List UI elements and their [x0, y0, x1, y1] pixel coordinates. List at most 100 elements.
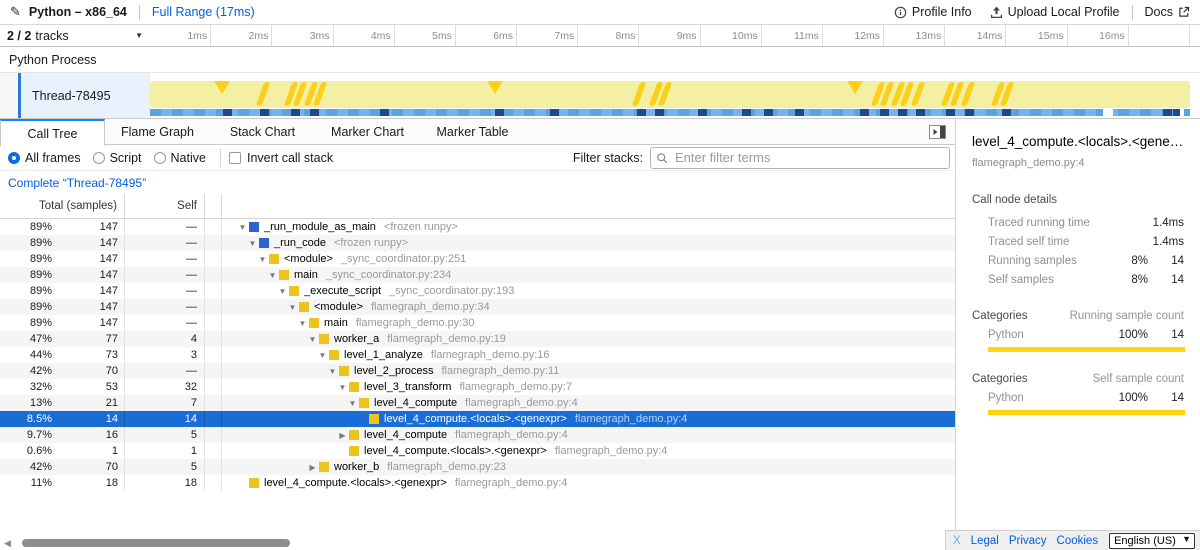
- file-location: flamegraph_demo.py:16: [431, 349, 550, 361]
- collapse-arrow-icon[interactable]: ▼: [306, 335, 319, 344]
- tracks-dropdown[interactable]: 2 / 2 tracks ▼: [0, 25, 150, 46]
- call-tree-row[interactable]: 8.5%1414level_4_compute.<locals>.<genexp…: [0, 411, 955, 427]
- invert-call-stack-checkbox[interactable]: Invert call stack: [229, 151, 333, 165]
- call-tree-row[interactable]: 9.7%165▶level_4_computeflamegraph_demo.p…: [0, 427, 955, 443]
- collapse-arrow-icon[interactable]: ▼: [256, 255, 269, 264]
- detail-label: Self samples: [988, 274, 1102, 286]
- ruler-tick: 13ms: [884, 25, 945, 46]
- radio-all-frames[interactable]: All frames: [8, 151, 81, 165]
- call-tree-row[interactable]: 32%5332▼level_3_transformflamegraph_demo…: [0, 379, 955, 395]
- category-square-icon: [269, 254, 279, 264]
- track-thread-row[interactable]: Thread-78495: [0, 73, 1200, 119]
- filter-stacks-input[interactable]: [650, 147, 950, 169]
- tab-stack-chart[interactable]: Stack Chart: [210, 119, 315, 144]
- language-select[interactable]: English (US): [1109, 533, 1195, 549]
- collapse-arrow-icon[interactable]: ▼: [266, 271, 279, 280]
- full-range-link[interactable]: Full Range (17ms): [152, 5, 255, 19]
- tab-call-tree[interactable]: Call Tree: [0, 119, 105, 146]
- footer-link-cookies[interactable]: Cookies: [1057, 535, 1099, 547]
- detail-value: 1.4ms: [1148, 236, 1184, 248]
- detail-label: Traced self time: [988, 236, 1102, 248]
- radio-script[interactable]: Script: [93, 151, 142, 165]
- complete-thread-link[interactable]: Complete “Thread-78495”: [8, 176, 146, 190]
- collapse-arrow-icon[interactable]: ▼: [236, 223, 249, 232]
- collapse-arrow-icon[interactable]: ▼: [276, 287, 289, 296]
- track-marker-icon: [487, 81, 503, 94]
- total-count: 147: [52, 269, 124, 281]
- collapse-arrow-icon[interactable]: ▼: [346, 399, 359, 408]
- category-count: 14: [1148, 392, 1184, 404]
- collapse-arrow-icon[interactable]: ▼: [336, 383, 349, 392]
- ruler-tick: 3ms: [272, 25, 333, 46]
- track-process-row[interactable]: Python Process: [0, 47, 1200, 73]
- collapse-arrow-icon[interactable]: ▼: [286, 303, 299, 312]
- collapse-arrow-icon[interactable]: ▼: [296, 319, 309, 328]
- collapse-arrow-icon[interactable]: ▼: [326, 367, 339, 376]
- collapse-arrow-icon[interactable]: ▼: [316, 351, 329, 360]
- footer-link-x[interactable]: X: [953, 535, 961, 547]
- call-tree-row[interactable]: 11%1818level_4_compute.<locals>.<genexpr…: [0, 475, 955, 491]
- footer-link-privacy[interactable]: Privacy: [1009, 535, 1047, 547]
- sample-dense-segment: [310, 109, 319, 116]
- edit-pencil-icon[interactable]: ✎: [10, 4, 21, 20]
- spacer-cell: [205, 267, 222, 283]
- divider: [139, 5, 140, 20]
- call-tree-row[interactable]: 89%147—▼<module>flamegraph_demo.py:34: [0, 299, 955, 315]
- call-tree-row[interactable]: 47%774▼worker_aflamegraph_demo.py:19: [0, 331, 955, 347]
- call-tree-row[interactable]: 89%147—▼_execute_script_sync_coordinator…: [0, 283, 955, 299]
- detail-percent: 8%: [1102, 274, 1148, 286]
- call-tree-row[interactable]: 89%147—▼main_sync_coordinator.py:234: [0, 267, 955, 283]
- call-tree-row[interactable]: 42%705▶worker_bflamegraph_demo.py:23: [0, 459, 955, 475]
- tab-flame-graph[interactable]: Flame Graph: [105, 119, 210, 144]
- sample-dense-segment: [1163, 109, 1172, 116]
- call-tree-row[interactable]: 0.6%11level_4_compute.<locals>.<genexpr>…: [0, 443, 955, 459]
- expand-arrow-icon[interactable]: ▶: [306, 463, 319, 472]
- ruler-tick-label: 13ms: [916, 30, 942, 42]
- tree-cell: ▼<module>_sync_coordinator.py:251: [222, 251, 955, 267]
- radio-native[interactable]: Native: [154, 151, 206, 165]
- total-percent: 47%: [0, 333, 52, 345]
- profile-info-button[interactable]: Profile Info: [894, 5, 972, 19]
- total-count: 70: [52, 461, 124, 473]
- ruler-tick-label: 16ms: [1099, 30, 1125, 42]
- invert-label: Invert call stack: [247, 151, 333, 165]
- sample-dense-segment: [742, 109, 751, 116]
- sidebar-toggle-button[interactable]: [929, 125, 946, 139]
- footer-link-legal[interactable]: Legal: [971, 535, 999, 547]
- call-tree-row[interactable]: 89%147—▼mainflamegraph_demo.py:30: [0, 315, 955, 331]
- total-percent: 0.6%: [0, 445, 52, 457]
- category-section-header: CategoriesSelf sample count: [956, 373, 1200, 385]
- call-tree-row[interactable]: 89%147—▼_run_code<frozen runpy>: [0, 235, 955, 251]
- call-tree-row[interactable]: 44%733▼level_1_analyzeflamegraph_demo.py…: [0, 347, 955, 363]
- column-header-total[interactable]: Total (samples): [0, 194, 125, 218]
- tracks-word: tracks: [35, 29, 68, 43]
- column-header-self[interactable]: Self: [125, 194, 205, 218]
- tree-cell: ▼level_1_analyzeflamegraph_demo.py:16: [222, 347, 955, 363]
- thread-label[interactable]: Thread-78495: [21, 73, 150, 118]
- file-location: _sync_coordinator.py:251: [341, 253, 466, 265]
- call-tree-row[interactable]: 42%70—▼level_2_processflamegraph_demo.py…: [0, 363, 955, 379]
- expand-arrow-icon[interactable]: ▶: [336, 431, 349, 440]
- track-canvas[interactable]: [150, 73, 1200, 118]
- call-tree-rows: 89%147—▼_run_module_as_main<frozen runpy…: [0, 219, 955, 491]
- scrollbar-thumb[interactable]: [22, 539, 290, 547]
- file-location: flamegraph_demo.py:7: [459, 381, 572, 393]
- docs-button[interactable]: Docs: [1145, 5, 1190, 19]
- category-section-header: CategoriesRunning sample count: [956, 310, 1200, 322]
- sample-dense-segment: [880, 109, 889, 116]
- tab-marker-chart[interactable]: Marker Chart: [315, 119, 420, 144]
- radio-label: Script: [110, 151, 142, 165]
- call-tree-row[interactable]: 89%147—▼<module>_sync_coordinator.py:251: [0, 251, 955, 267]
- header-left: ✎ Python – x86_64 Full Range (17ms): [0, 4, 255, 20]
- call-tree-row[interactable]: 89%147—▼_run_module_as_main<frozen runpy…: [0, 219, 955, 235]
- ruler-tick: 11ms: [762, 25, 823, 46]
- thread-name: Thread-78495: [32, 89, 111, 103]
- scroll-left-arrow-icon[interactable]: ◀: [4, 538, 11, 549]
- function-name: worker_a: [334, 333, 379, 345]
- file-location: flamegraph_demo.py:19: [387, 333, 506, 345]
- total-count: 147: [52, 301, 124, 313]
- tab-marker-table[interactable]: Marker Table: [420, 119, 525, 144]
- call-tree-row[interactable]: 13%217▼level_4_computeflamegraph_demo.py…: [0, 395, 955, 411]
- collapse-arrow-icon[interactable]: ▼: [246, 239, 259, 248]
- upload-local-profile-button[interactable]: Upload Local Profile: [990, 5, 1120, 19]
